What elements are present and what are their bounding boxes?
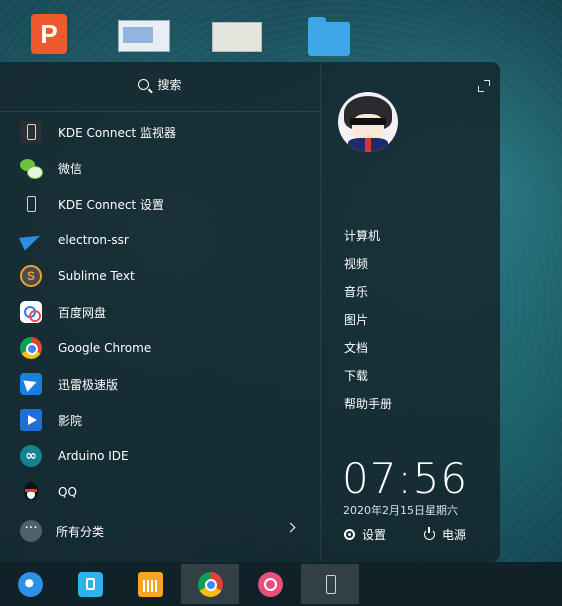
power-icon <box>424 527 435 540</box>
wps-presentation-icon[interactable]: P <box>31 14 67 54</box>
sublime-text-icon: S <box>20 265 42 287</box>
settings-button[interactable]: 设置 <box>344 526 386 543</box>
place-music[interactable]: 音乐 <box>344 282 392 310</box>
app-label: QQ <box>58 485 77 499</box>
place-help-manual[interactable]: 帮助手册 <box>344 394 392 422</box>
wechat-icon <box>20 157 43 179</box>
deepin-launcher-icon <box>18 572 43 597</box>
places-list: 计算机 视频 音乐 图片 文档 下载 帮助手册 <box>344 226 392 422</box>
place-documents[interactable]: 文档 <box>344 338 392 366</box>
gear-icon <box>344 529 355 540</box>
folder-icon[interactable] <box>308 17 350 56</box>
all-categories-label: 所有分类 <box>56 524 105 539</box>
app-kde-connect-monitor[interactable]: KDE Connect 监视器 <box>20 118 310 146</box>
app-label: KDE Connect 设置 <box>58 197 164 212</box>
app-label: 百度网盘 <box>58 305 107 320</box>
fullscreen-toggle-icon[interactable] <box>478 80 490 92</box>
paper-plane-icon <box>20 229 42 251</box>
archive-manager-icon <box>138 572 163 597</box>
map-thumbnail-icon[interactable] <box>212 22 262 52</box>
place-computer[interactable]: 计算机 <box>344 226 392 254</box>
all-categories-button[interactable]: ··· 所有分类 <box>20 518 300 544</box>
app-list-pane: 搜索 KDE Connect 监视器 微信 KDE Connect 设置 ele… <box>0 62 321 562</box>
clock-date: 2020年2月15日星期六 <box>343 504 458 517</box>
search-label: 搜索 <box>157 78 182 92</box>
place-downloads[interactable]: 下载 <box>344 366 392 394</box>
app-sublime-text[interactable]: S Sublime Text <box>20 262 310 290</box>
qq-icon <box>20 481 42 503</box>
dock-item-archive-manager[interactable] <box>121 564 179 604</box>
baidu-netdisk-icon <box>20 301 42 323</box>
app-google-chrome[interactable]: Google Chrome <box>20 334 310 362</box>
search-icon <box>138 79 150 90</box>
app-store-icon <box>78 572 103 597</box>
app-label: Arduino IDE <box>58 449 129 463</box>
app-baidu-netdisk[interactable]: 百度网盘 <box>20 298 310 326</box>
chrome-icon <box>198 572 223 597</box>
chrome-icon <box>20 337 42 359</box>
dock-item-kde-connect[interactable] <box>301 564 359 604</box>
app-xunlei[interactable]: 迅雷极速版 <box>20 370 310 398</box>
search-input[interactable]: 搜索 <box>0 76 320 98</box>
app-label: Sublime Text <box>58 269 135 283</box>
kde-connect-icon <box>318 572 343 597</box>
app-label: Google Chrome <box>58 341 152 355</box>
power-button[interactable]: 电源 <box>424 526 466 543</box>
dock <box>0 562 562 606</box>
clock-time: 07:56 <box>342 454 469 503</box>
app-label: 微信 <box>58 161 83 176</box>
arduino-icon <box>20 445 42 467</box>
dock-item-launcher[interactable] <box>1 564 59 604</box>
app-label: 影院 <box>58 413 83 428</box>
app-qq[interactable]: QQ <box>20 478 310 506</box>
dock-item-control-center[interactable] <box>241 564 299 604</box>
app-wechat[interactable]: 微信 <box>20 154 310 182</box>
app-arduino-ide[interactable]: Arduino IDE <box>20 442 310 470</box>
start-launcher: 搜索 KDE Connect 监视器 微信 KDE Connect 设置 ele… <box>0 62 500 562</box>
app-label: electron-ssr <box>58 233 129 247</box>
place-videos[interactable]: 视频 <box>344 254 392 282</box>
app-kde-connect-settings[interactable]: KDE Connect 设置 <box>20 190 310 218</box>
more-dots-icon: ··· <box>20 520 42 542</box>
screenshot-thumbnail-icon[interactable] <box>118 20 170 52</box>
avatar[interactable] <box>338 92 398 152</box>
kde-connect-settings-icon <box>20 193 42 215</box>
kde-connect-monitor-icon <box>20 121 42 143</box>
dock-item-app-store[interactable] <box>61 564 119 604</box>
xunlei-icon <box>20 373 42 395</box>
places-pane: 计算机 视频 音乐 图片 文档 下载 帮助手册 07:56 2020年2月15日… <box>321 62 500 562</box>
chevron-right-icon <box>285 522 296 533</box>
power-label: 电源 <box>442 528 467 542</box>
control-center-icon <box>258 572 283 597</box>
app-label: 迅雷极速版 <box>58 377 119 392</box>
dock-item-chrome[interactable] <box>181 564 239 604</box>
app-electron-ssr[interactable]: electron-ssr <box>20 226 310 254</box>
movie-player-icon <box>20 409 42 431</box>
settings-label: 设置 <box>362 528 387 542</box>
app-label: KDE Connect 监视器 <box>58 125 176 140</box>
divider <box>0 111 320 112</box>
place-pictures[interactable]: 图片 <box>344 310 392 338</box>
app-movie[interactable]: 影院 <box>20 406 310 434</box>
